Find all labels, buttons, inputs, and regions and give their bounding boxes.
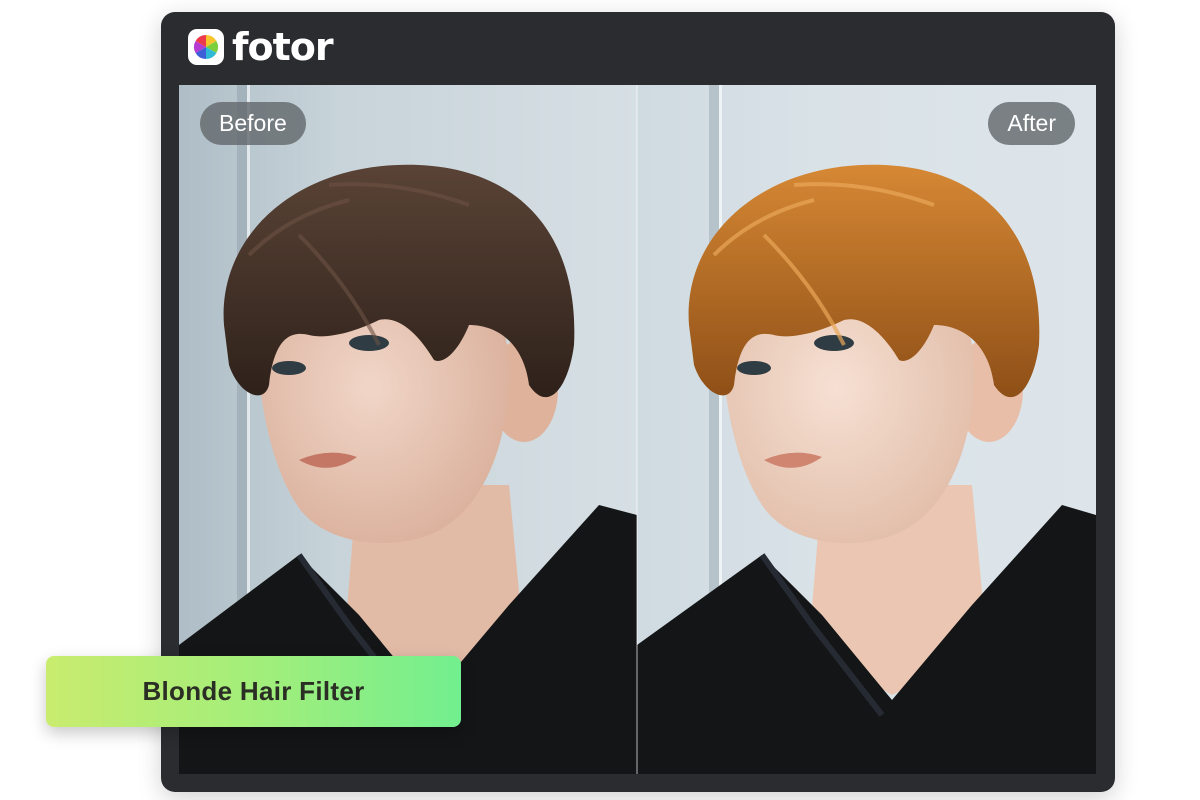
before-label: Before <box>200 102 306 145</box>
filter-label: Blonde Hair Filter <box>142 676 365 706</box>
fotor-logo-icon <box>188 29 224 65</box>
blonde-hair-filter-badge[interactable]: Blonde Hair Filter <box>46 656 461 727</box>
brand-name: fotor <box>232 25 334 69</box>
comparison-divider[interactable] <box>636 85 638 774</box>
brand[interactable]: fotor <box>188 25 334 69</box>
after-label: After <box>988 102 1075 145</box>
after-image: After <box>637 85 1096 774</box>
